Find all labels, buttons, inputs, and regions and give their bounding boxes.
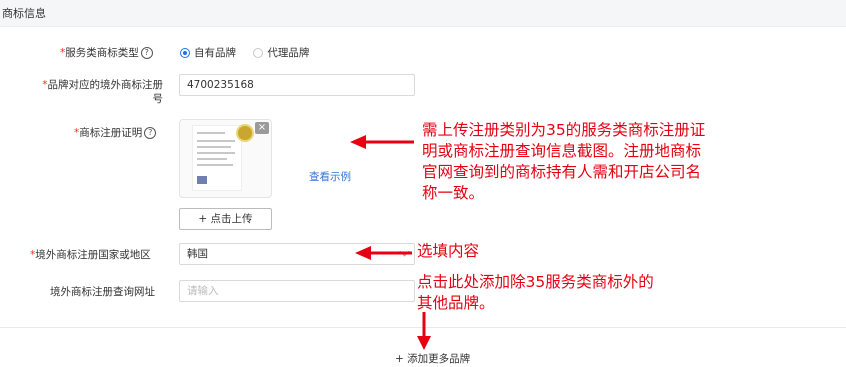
arrow-down-icon — [417, 312, 431, 350]
arrow-left-icon — [355, 246, 412, 260]
arrow-left-icon — [350, 135, 414, 149]
annotation-arrows — [350, 135, 431, 350]
